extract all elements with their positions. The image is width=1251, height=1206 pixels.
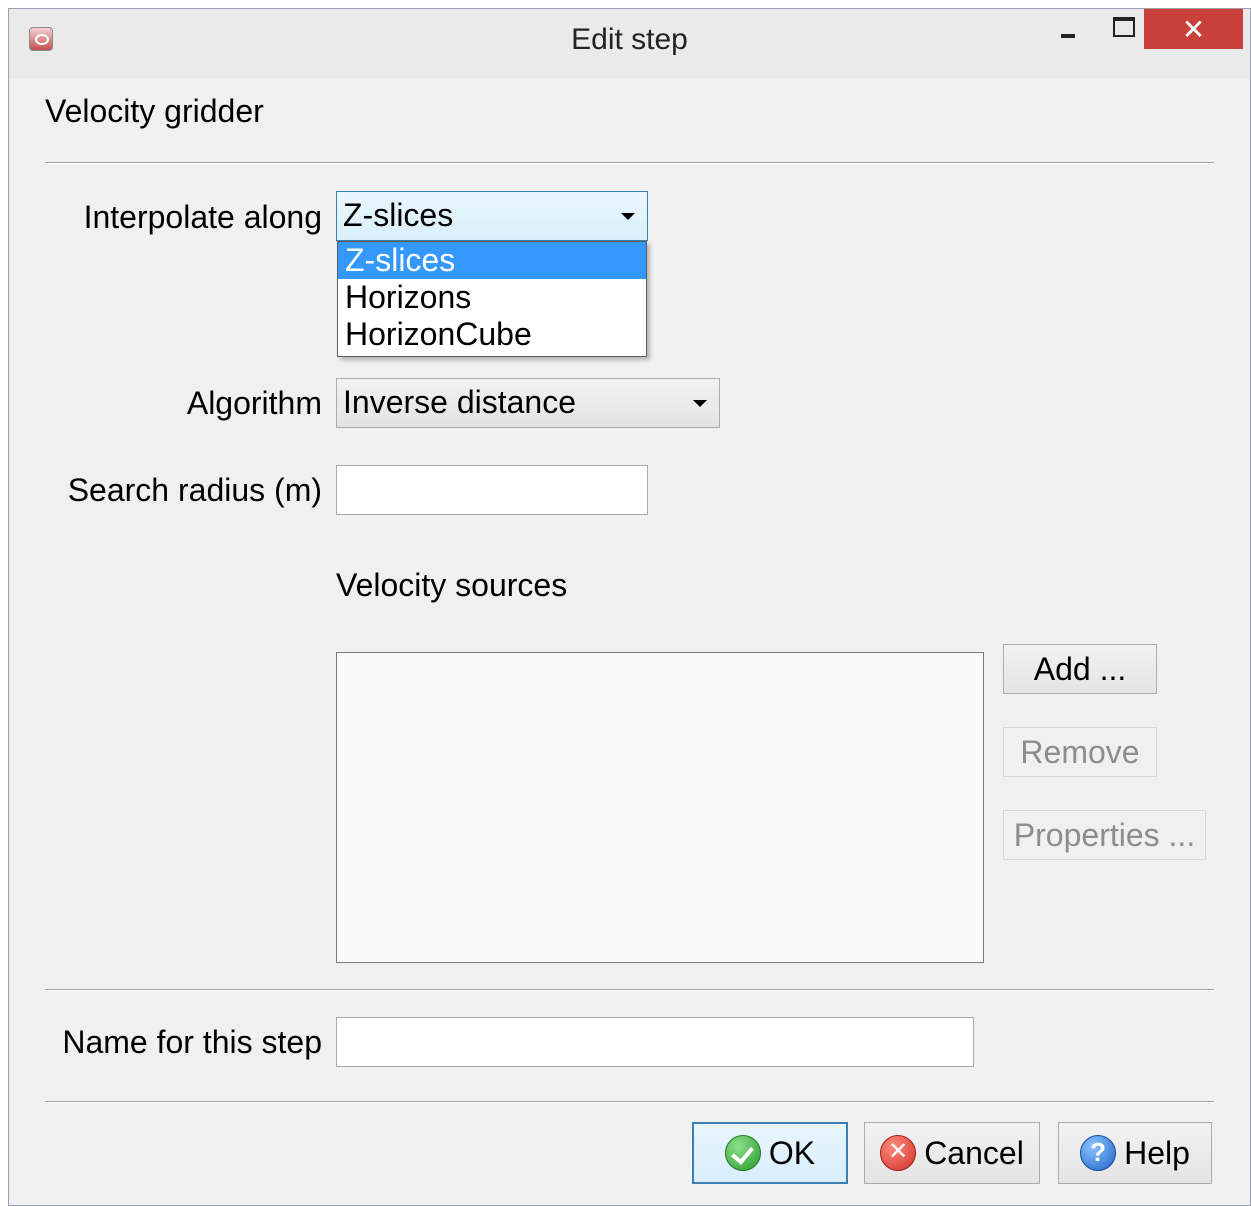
interpolate-along-dropdown: Z-slices Horizons HorizonCube [337,241,647,357]
cancel-button[interactable]: ✕ Cancel [864,1122,1040,1184]
ok-label: OK [768,1134,816,1171]
option-z-slices[interactable]: Z-slices [338,242,646,279]
separator-middle [45,989,1214,991]
close-button[interactable]: ✕ [1144,9,1243,49]
option-horizoncube[interactable]: HorizonCube [338,316,646,353]
step-name-input[interactable] [336,1017,974,1067]
search-radius-input[interactable] [336,465,648,515]
separator-bottom [45,1101,1214,1103]
help-icon: ? [1080,1135,1117,1171]
help-label: Help [1124,1134,1190,1171]
title-bar: Edit step ✕ [9,9,1250,79]
remove-source-button[interactable]: Remove [1003,727,1157,777]
separator-top [45,162,1214,164]
ok-button[interactable]: OK [692,1122,848,1184]
source-properties-button[interactable]: Properties ... [1003,810,1206,860]
algorithm-value: Inverse distance [343,384,577,420]
cancel-icon: ✕ [880,1135,917,1171]
minimize-icon [1061,34,1075,38]
edit-step-dialog: Edit step ✕ Velocity gridder Interpolate… [8,8,1251,1206]
step-type-heading: Velocity gridder [45,93,264,129]
add-source-button[interactable]: Add ... [1003,644,1157,694]
algorithm-label: Algorithm [186,385,322,421]
source-properties-label: Properties ... [1013,816,1196,853]
maximize-button[interactable] [1099,9,1149,49]
option-horizons[interactable]: Horizons [338,279,646,316]
chevron-down-icon [621,213,635,220]
search-radius-label: Search radius (m) [67,472,322,508]
cancel-label: Cancel [924,1134,1024,1171]
interpolate-along-select[interactable]: Z-slices [336,191,648,241]
velocity-sources-label: Velocity sources [336,567,568,603]
close-icon: ✕ [1181,13,1206,45]
velocity-sources-list[interactable] [336,652,984,963]
algorithm-select[interactable]: Inverse distance [336,378,720,428]
chevron-down-icon [693,400,707,407]
minimize-button[interactable] [1045,9,1091,49]
maximize-icon [1113,17,1135,37]
interpolate-along-value: Z-slices [343,197,454,233]
add-source-label: Add ... [1033,650,1127,687]
check-icon [724,1135,761,1171]
step-name-label: Name for this step [62,1024,322,1060]
remove-source-label: Remove [1020,733,1140,770]
interpolate-along-label: Interpolate along [83,199,322,235]
help-button[interactable]: ? Help [1058,1122,1212,1184]
